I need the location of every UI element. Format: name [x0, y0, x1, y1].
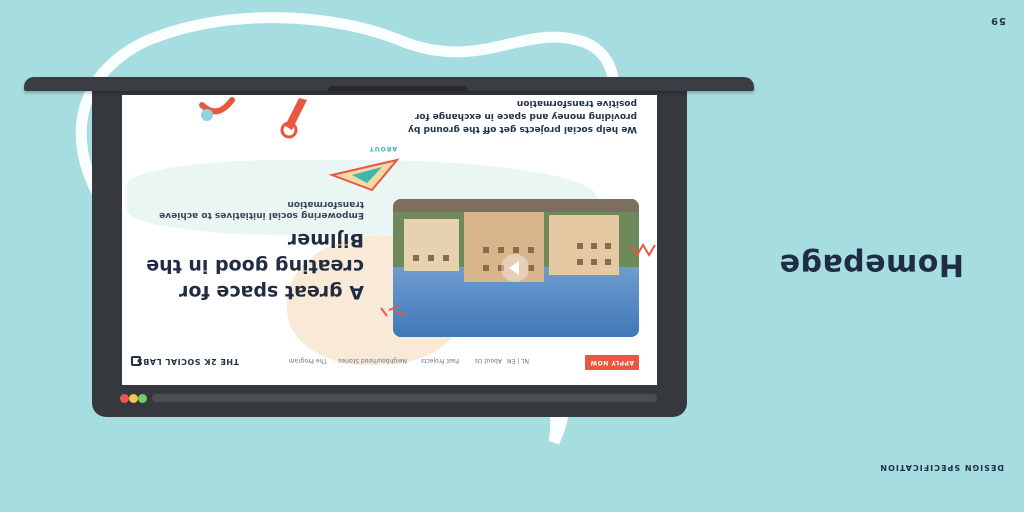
play-icon[interactable] [501, 254, 529, 282]
minimize-dot-icon[interactable] [129, 394, 138, 403]
paper-plane-illustration [328, 158, 400, 192]
slide-heading: Homepage [779, 247, 964, 282]
language-switch[interactable]: NL | EN [507, 357, 529, 364]
slide: 59 Homepage DESIGN SPECIFICATION THE 2K … [0, 0, 1024, 512]
address-track [152, 394, 657, 402]
hand-illustration [280, 98, 307, 139]
about-text: We help social projects get off the grou… [408, 98, 637, 134]
design-spec-label: DESIGN SPECIFICATION [879, 463, 1004, 472]
site-logo[interactable]: THE 2K SOCIAL LABS [136, 357, 239, 366]
apply-now-button[interactable]: APPLY NOW [585, 355, 639, 370]
browser-bar [120, 390, 657, 406]
nav-link-about[interactable]: About Us [475, 357, 502, 364]
nav-link-past-projects[interactable]: Past Projects [421, 357, 459, 364]
nav-link-program[interactable]: The Program [289, 357, 327, 364]
maximize-dot-icon[interactable] [138, 394, 147, 403]
hero-subtitle: Empowering social initiatives to achieve… [159, 199, 364, 220]
arm-illustration [199, 97, 235, 121]
about-section-label: ABOUT [368, 145, 397, 152]
laptop-notch [328, 86, 468, 91]
hero-video[interactable] [393, 199, 639, 337]
nav-link-stories[interactable]: Neighbourhood Stories [338, 357, 407, 364]
squiggle-illustration [630, 243, 656, 257]
hero-title: A great space for creating good in the B… [146, 229, 364, 303]
dash-marks-illustration [380, 305, 406, 317]
page-number: 59 [990, 15, 1006, 26]
close-dot-icon[interactable] [120, 394, 129, 403]
site-navbar: THE 2K SOCIAL LABS The Program Neighbour… [122, 345, 657, 375]
website-screen: THE 2K SOCIAL LABS The Program Neighbour… [122, 95, 657, 385]
